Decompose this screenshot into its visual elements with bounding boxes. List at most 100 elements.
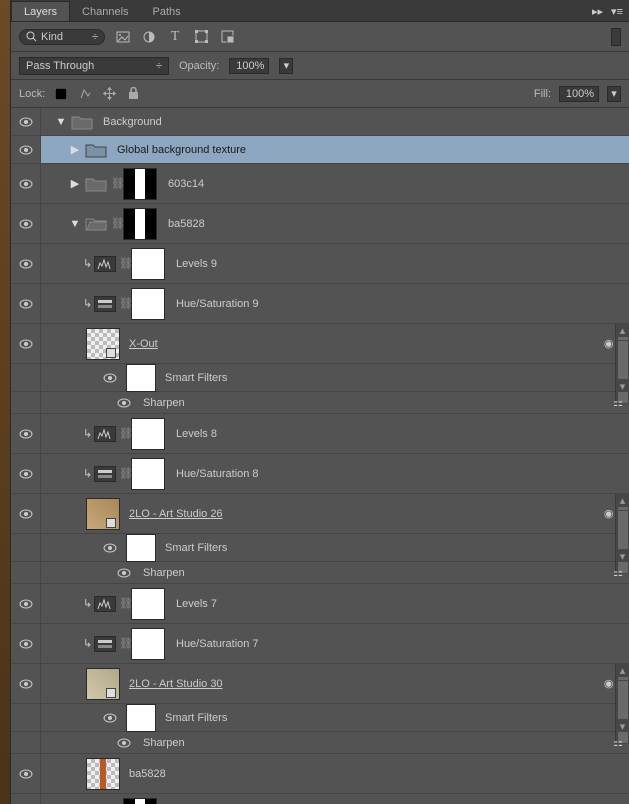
layer-mask[interactable]: [131, 628, 165, 660]
visibility-icon[interactable]: [19, 679, 33, 689]
layer-mask[interactable]: [123, 208, 157, 240]
fill-value[interactable]: 100%: [559, 86, 599, 102]
visibility-icon[interactable]: [19, 339, 33, 349]
link-icon[interactable]: ⛓: [119, 467, 129, 480]
layer-row-art26[interactable]: 2LO - Art Studio 26 ◉▴ ▴: [11, 494, 629, 534]
layer-row-xout[interactable]: X-Out ◉▴ ▴: [11, 324, 629, 364]
layer-thumbnail[interactable]: [86, 758, 120, 790]
layer-row-c57f2b[interactable]: ▶ ⛓ c57f2b: [11, 794, 629, 804]
link-icon[interactable]: ⛓: [119, 257, 129, 270]
layer-name[interactable]: 2LO - Art Studio 30: [129, 678, 223, 690]
blend-mode-select[interactable]: Pass Through÷: [19, 57, 169, 75]
layer-row-smartfilters-xout[interactable]: Smart Filters: [11, 364, 629, 392]
filter-blend-options-icon[interactable]: ⚏: [613, 396, 623, 409]
visibility-icon[interactable]: [103, 373, 117, 383]
filter-name[interactable]: Sharpen: [143, 397, 185, 409]
layer-row-hs9[interactable]: ↳ ⛓ Hue/Saturation 9: [11, 284, 629, 324]
layer-row-levels8[interactable]: ↳ ⛓ Levels 8: [11, 414, 629, 454]
filter-mask-thumbnail[interactable]: [126, 704, 156, 732]
layer-name[interactable]: X-Out: [129, 338, 158, 350]
layer-name[interactable]: Global background texture: [117, 144, 246, 156]
layer-row-ba5828-group[interactable]: ▼ ⛓ ba5828: [11, 204, 629, 244]
visibility-icon[interactable]: [19, 599, 33, 609]
layer-name[interactable]: ba5828: [129, 768, 166, 780]
link-icon[interactable]: ⛓: [119, 297, 129, 310]
filter-adjustment-icon[interactable]: [141, 29, 157, 45]
visibility-icon[interactable]: [117, 568, 131, 578]
fx-visibility-icon[interactable]: ◉: [604, 507, 614, 520]
visibility-icon[interactable]: [117, 738, 131, 748]
visibility-icon[interactable]: [19, 259, 33, 269]
visibility-icon[interactable]: [19, 179, 33, 189]
lock-all-icon[interactable]: [125, 86, 141, 102]
filter-type-icon[interactable]: T: [167, 29, 183, 45]
layer-mask[interactable]: [123, 798, 157, 804]
collapse-icon[interactable]: ▸▸: [592, 5, 603, 18]
visibility-icon[interactable]: [117, 398, 131, 408]
layer-row-global-texture[interactable]: ▶ Global background texture: [11, 136, 629, 164]
filter-blend-options-icon[interactable]: ⚏: [613, 736, 623, 749]
visibility-icon[interactable]: [19, 469, 33, 479]
layer-thumbnail[interactable]: [86, 668, 120, 700]
layer-row-smartfilters-art30[interactable]: Smart Filters: [11, 704, 629, 732]
layer-name[interactable]: 603c14: [168, 178, 204, 190]
opacity-slider-btn[interactable]: ▾: [279, 58, 293, 74]
layer-mask[interactable]: [131, 288, 165, 320]
layer-name[interactable]: Hue/Saturation 7: [176, 638, 259, 650]
layer-name[interactable]: Hue/Saturation 9: [176, 298, 259, 310]
lock-transparency-icon[interactable]: [53, 86, 69, 102]
filter-toggle-switch[interactable]: [611, 28, 621, 46]
panel-menu-icon[interactable]: ▾≡: [611, 5, 623, 18]
filter-pixel-icon[interactable]: [115, 29, 131, 45]
link-icon[interactable]: ⛓: [111, 177, 121, 190]
fx-visibility-icon[interactable]: ◉: [604, 677, 614, 690]
layer-name[interactable]: Levels 7: [176, 598, 217, 610]
layer-row-sharpen-xout[interactable]: Sharpen ⚏ ▾: [11, 392, 629, 414]
layer-row-background-group[interactable]: ▼ Background: [11, 108, 629, 136]
visibility-icon[interactable]: [19, 769, 33, 779]
visibility-icon[interactable]: [19, 429, 33, 439]
visibility-icon[interactable]: [19, 145, 33, 155]
layer-row-hs8[interactable]: ↳ ⛓ Hue/Saturation 8: [11, 454, 629, 494]
layer-mask[interactable]: [131, 588, 165, 620]
fx-visibility-icon[interactable]: ◉: [604, 337, 614, 350]
layer-row-levels9[interactable]: ↳ ⛓ Levels 9: [11, 244, 629, 284]
disclosure-triangle[interactable]: ▶: [69, 177, 81, 190]
layer-row-603c14[interactable]: ▶ ⛓ 603c14: [11, 164, 629, 204]
layer-row-art30[interactable]: 2LO - Art Studio 30 ◉▴ ▴: [11, 664, 629, 704]
visibility-icon[interactable]: [19, 509, 33, 519]
visibility-icon[interactable]: [103, 543, 117, 553]
layer-name[interactable]: Levels 8: [176, 428, 217, 440]
layer-name[interactable]: Background: [103, 116, 162, 128]
disclosure-triangle[interactable]: ▼: [69, 218, 81, 230]
layer-row-sharpen-art26[interactable]: Sharpen ⚏ ▾: [11, 562, 629, 584]
layer-mask[interactable]: [131, 458, 165, 490]
visibility-icon[interactable]: [19, 117, 33, 127]
layer-name[interactable]: ba5828: [168, 218, 205, 230]
layer-row-levels7[interactable]: ↳ ⛓ Levels 7: [11, 584, 629, 624]
tab-channels[interactable]: Channels: [70, 2, 140, 21]
layer-mask[interactable]: [131, 418, 165, 450]
filter-name[interactable]: Sharpen: [143, 737, 185, 749]
visibility-icon[interactable]: [19, 299, 33, 309]
fill-slider-btn[interactable]: ▾: [607, 86, 621, 102]
layer-row-smartfilters-art26[interactable]: Smart Filters: [11, 534, 629, 562]
layer-row-ba5828-layer[interactable]: ba5828: [11, 754, 629, 794]
lock-position-icon[interactable]: [101, 86, 117, 102]
layers-list[interactable]: ▼ Background ▶ Global background texture…: [11, 108, 629, 804]
layer-name[interactable]: 2LO - Art Studio 26: [129, 508, 223, 520]
filter-mask-thumbnail[interactable]: [126, 534, 156, 562]
visibility-icon[interactable]: [19, 639, 33, 649]
disclosure-triangle[interactable]: ▶: [69, 143, 81, 156]
tab-layers[interactable]: Layers: [11, 1, 70, 21]
filter-mask-thumbnail[interactable]: [126, 364, 156, 392]
visibility-icon[interactable]: [19, 219, 33, 229]
layer-thumbnail[interactable]: [86, 498, 120, 530]
link-icon[interactable]: ⛓: [119, 597, 129, 610]
opacity-value[interactable]: 100%: [229, 58, 269, 74]
link-icon[interactable]: ⛓: [111, 217, 121, 230]
filter-shape-icon[interactable]: [193, 29, 209, 45]
lock-pixels-icon[interactable]: [77, 86, 93, 102]
layer-row-hs7[interactable]: ↳ ⛓ Hue/Saturation 7: [11, 624, 629, 664]
layer-name[interactable]: Levels 9: [176, 258, 217, 270]
